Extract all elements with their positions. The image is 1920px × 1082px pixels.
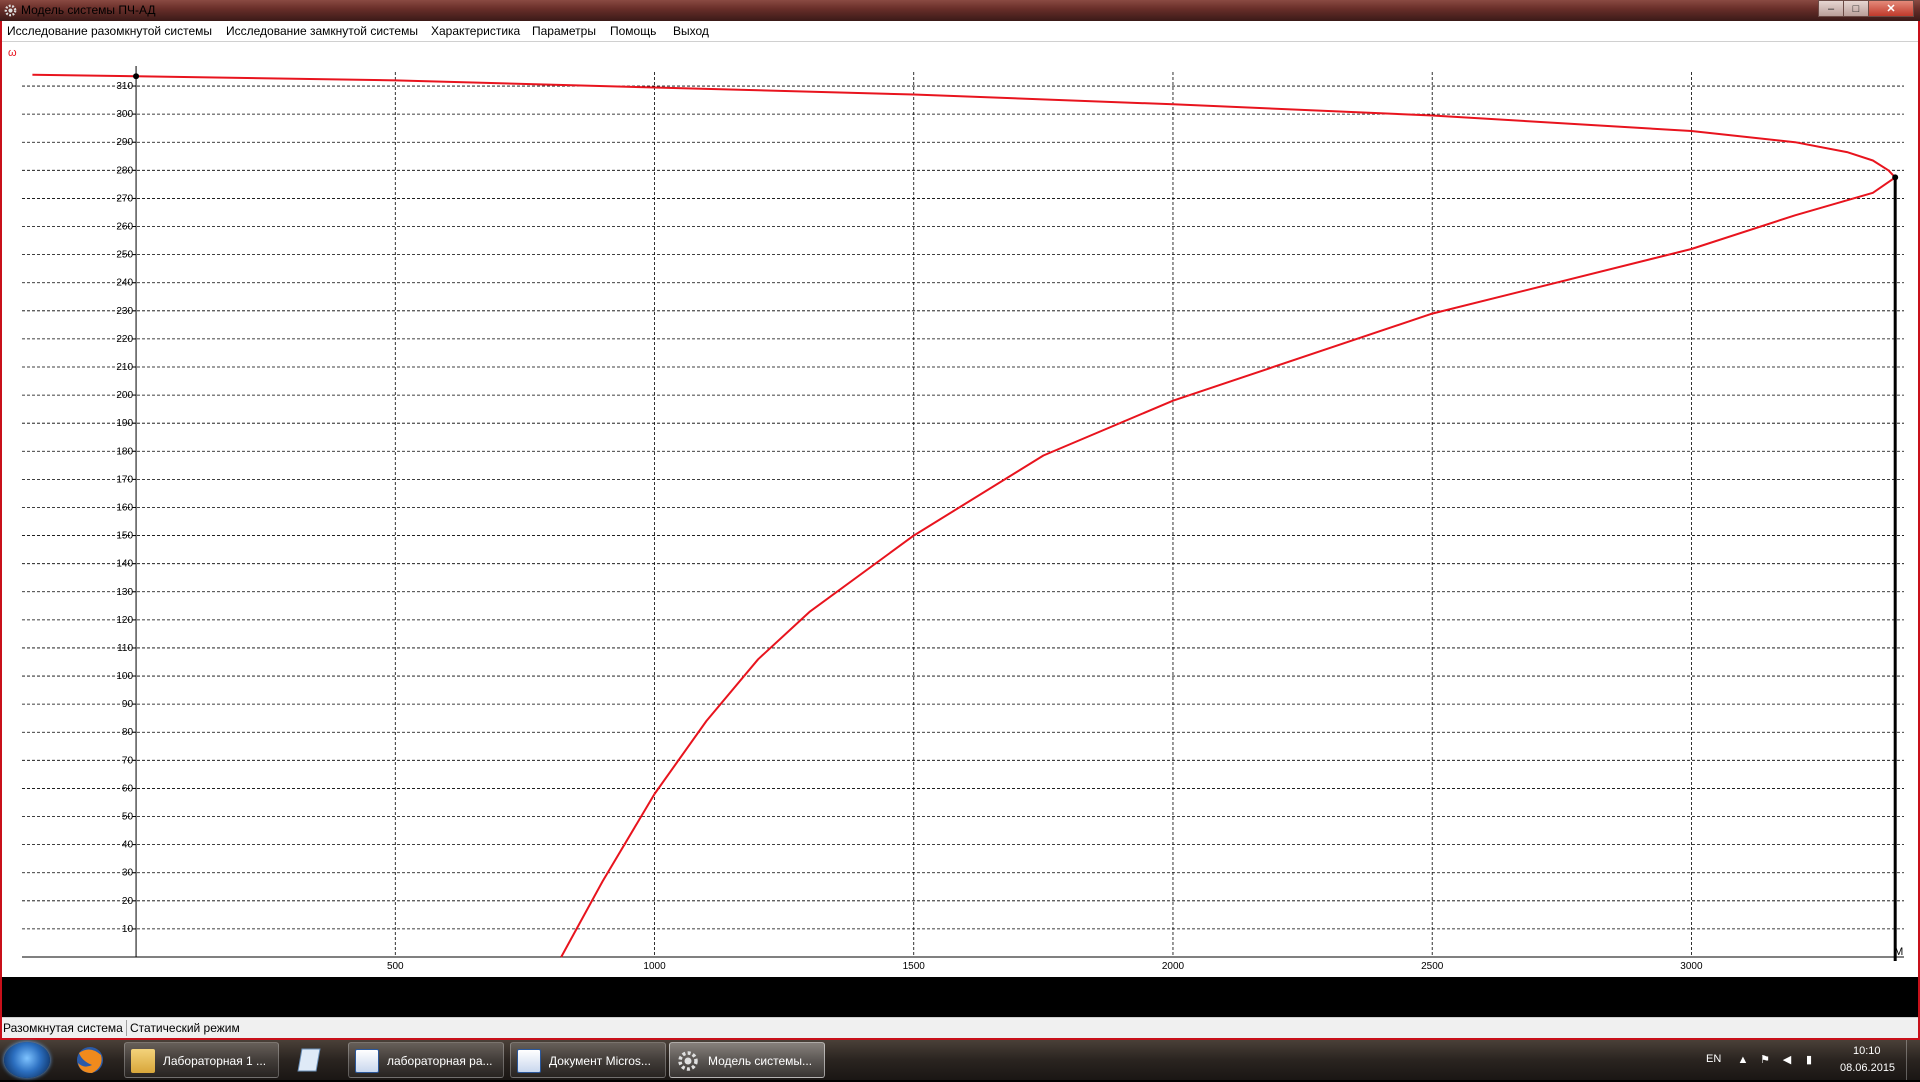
app-window: Модель системы ПЧ-АД – □ ✕ Исследование … (0, 0, 1920, 1040)
status-mode: Разомкнутая система (3, 1021, 123, 1035)
characteristic-chart: 10 20 30 40 50 60 70 80 90 100 110 120 130 140 150 160 1… (8, 47, 1904, 972)
y-tick-label: 30 (122, 868, 134, 879)
taskbar: Лабораторная 1 ... лабораторная ра... До… (0, 1040, 1920, 1080)
window-title: Модель системы ПЧ-АД (21, 3, 156, 17)
y-tick-label: 280 (116, 165, 133, 176)
y-tick-label: 220 (116, 334, 133, 345)
y-tick-label: 120 (116, 615, 133, 626)
y-tick-label: 270 (116, 193, 133, 204)
firefox-icon[interactable] (64, 1043, 116, 1077)
task-label: Лабораторная 1 ... (163, 1054, 267, 1068)
menu-open-system[interactable]: Исследование разомкнутой системы (7, 24, 212, 38)
minimize-button[interactable]: – (1818, 0, 1844, 17)
tray-expand-icon[interactable]: ▲ (1736, 1053, 1750, 1067)
y-tick-label: 260 (116, 222, 133, 233)
mechanical-characteristic-curve (32, 73, 1897, 958)
empty-panel (2, 977, 1918, 1017)
y-tick-label: 60 (122, 783, 134, 794)
task-lab-folder[interactable]: Лабораторная 1 ... (124, 1042, 279, 1078)
plot-area: 10 20 30 40 50 60 70 80 90 100 110 120 130 140 150 160 1… (2, 42, 1918, 977)
y-tick-label: 40 (122, 840, 134, 851)
task-label: лабораторная ра... (387, 1054, 493, 1068)
curve-point-marker (133, 73, 140, 80)
task-lab-document[interactable]: лабораторная ра... (348, 1042, 504, 1078)
x-tick-label: 1500 (903, 961, 926, 972)
x-tick-label: 2500 (1421, 961, 1444, 972)
folder-icon (131, 1049, 155, 1073)
x-tick-label: 2000 (1162, 961, 1185, 972)
y-tick-label: 190 (116, 418, 133, 429)
clock-date[interactable]: 08.06.2015 (1840, 1062, 1895, 1074)
language-indicator[interactable]: EN (1706, 1053, 1721, 1065)
gear-icon (678, 1051, 698, 1071)
y-axis-label: ω (8, 47, 17, 59)
y-tick-label: 90 (122, 699, 134, 710)
y-tick-label: 250 (116, 250, 133, 261)
close-button[interactable]: ✕ (1868, 0, 1914, 17)
y-tick-label: 170 (116, 474, 133, 485)
word-document-icon (517, 1049, 541, 1073)
y-tick-label: 130 (116, 587, 133, 598)
network-icon[interactable]: ▮ (1802, 1053, 1816, 1067)
y-tick-label: 50 (122, 812, 134, 823)
task-label: Документ Micros... (549, 1054, 651, 1068)
title-bar[interactable]: Модель системы ПЧ-АД – □ ✕ (0, 0, 1920, 21)
menu-characteristic[interactable]: Характеристика (431, 24, 520, 38)
y-tick-label: 70 (122, 755, 134, 766)
volume-icon[interactable]: ◀ (1780, 1053, 1794, 1067)
y-tick-label: 110 (117, 643, 133, 654)
y-tick-label: 140 (116, 559, 133, 570)
x-tick-label: 500 (387, 961, 404, 972)
y-tick-label: 200 (116, 390, 133, 401)
y-tick-label: 80 (122, 727, 134, 738)
y-tick-label: 180 (116, 446, 133, 457)
maximize-button[interactable]: □ (1843, 0, 1869, 17)
y-tick-label: 210 (116, 362, 133, 373)
notepad-icon[interactable] (286, 1043, 338, 1077)
task-model-app[interactable]: Модель системы... (669, 1042, 825, 1078)
y-tick-label: 10 (122, 924, 134, 935)
menu-parameters[interactable]: Параметры (532, 24, 596, 38)
menu-exit[interactable]: Выход (673, 24, 709, 38)
status-regime: Статический режим (130, 1021, 240, 1035)
windows-orb-icon[interactable] (4, 1042, 50, 1078)
status-bar: Разомкнутая система Статический режим (2, 1017, 1918, 1038)
menu-help[interactable]: Помощь (610, 24, 656, 38)
clock-time[interactable]: 10:10 (1853, 1045, 1881, 1057)
task-label: Модель системы... (708, 1054, 813, 1068)
y-tick-label: 20 (122, 896, 134, 907)
task-word-document[interactable]: Документ Micros... (510, 1042, 666, 1078)
y-tick-label: 310 (116, 81, 133, 92)
y-tick-label: 300 (116, 109, 133, 120)
x-tick-label: 1000 (643, 961, 666, 972)
x-tick-label: 3000 (1680, 961, 1703, 972)
y-tick-label: 230 (116, 306, 133, 317)
y-tick-label: 150 (116, 531, 133, 542)
show-desktop-button[interactable] (1906, 1040, 1920, 1080)
y-tick-label: 100 (116, 671, 133, 682)
curve-point-marker (1892, 174, 1899, 181)
y-tick-label: 240 (116, 278, 133, 289)
y-tick-label: 290 (116, 137, 133, 148)
y-tick-label: 160 (116, 502, 133, 513)
status-separator (126, 1020, 127, 1036)
menu-bar: Исследование разомкнутой системы Исследо… (2, 21, 1918, 42)
action-center-flag-icon[interactable]: ⚑ (1758, 1053, 1772, 1067)
word-document-icon (355, 1049, 379, 1073)
gear-icon (4, 4, 17, 17)
x-axis-label: M (1894, 946, 1903, 958)
menu-closed-system[interactable]: Исследование замкнутой системы (226, 24, 418, 38)
